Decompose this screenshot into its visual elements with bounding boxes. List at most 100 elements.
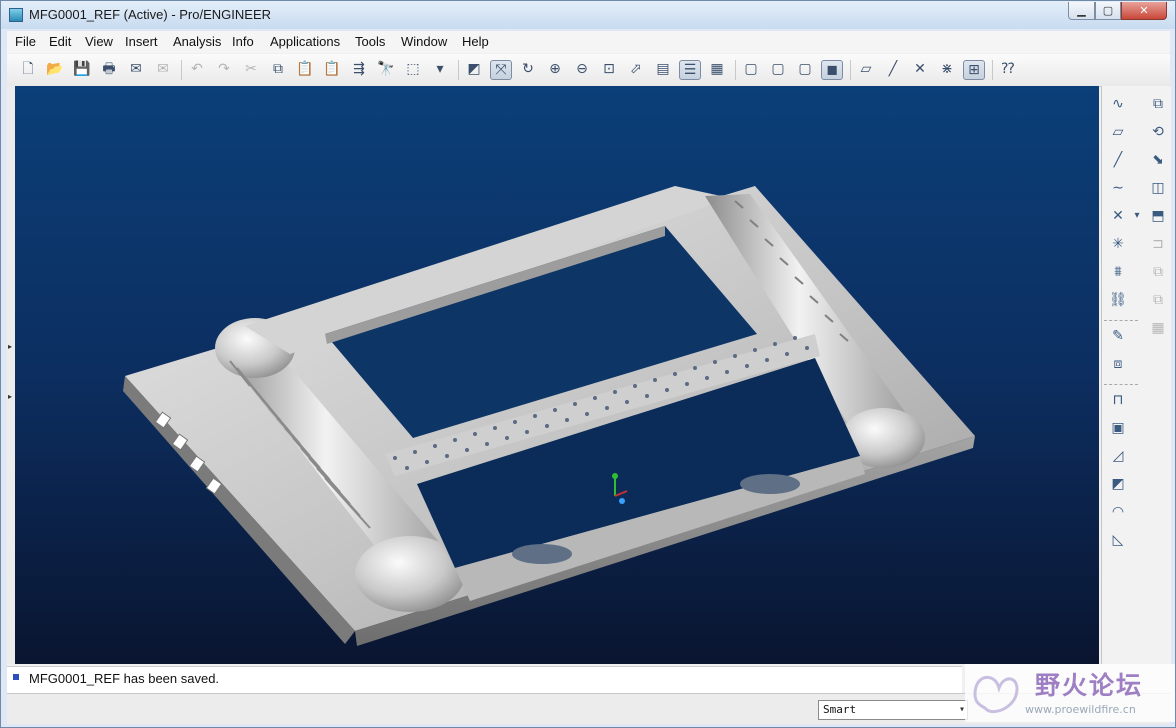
watermark-url: www.proewildfire.cn	[1025, 703, 1136, 716]
expand-navigator-arrow-icon[interactable]: ▸	[8, 392, 12, 401]
view-manager-icon[interactable]: ▦	[706, 60, 728, 80]
orient-mode-icon[interactable]: ↻	[517, 60, 539, 80]
sheet-metal-part[interactable]	[123, 186, 975, 646]
navigator-collapse-handle[interactable]: ▸ ▸	[7, 86, 15, 664]
find-icon[interactable]: 🔭	[375, 60, 397, 80]
zoom-out-icon[interactable]: ⊖	[571, 60, 593, 80]
round-icon[interactable]: ◠	[1107, 502, 1129, 522]
datum-curve-icon[interactable]: ∼	[1107, 178, 1129, 198]
menu-insert[interactable]: Insert	[125, 34, 158, 49]
chain-icon[interactable]: ⛓	[1107, 290, 1129, 310]
new-file-icon[interactable]: 🗋	[17, 60, 39, 80]
datum-axes-icon[interactable]: ╱	[882, 60, 904, 80]
mirror-icon[interactable]: ⊐	[1147, 234, 1169, 254]
copy-feature-icon[interactable]: ⧉	[1147, 262, 1169, 282]
reorient-icon[interactable]: ⬀	[625, 60, 647, 80]
application-window: MFG0001_REF (Active) - Pro/ENGINEER ▁ ▢ …	[0, 0, 1176, 728]
zoom-in-icon[interactable]: ⊕	[544, 60, 566, 80]
left-vent-grille[interactable]	[512, 544, 572, 564]
regenerate-icon[interactable]: ⇶	[348, 60, 370, 80]
menu-info[interactable]: Info	[232, 34, 254, 49]
layers-icon[interactable]: ☰	[679, 60, 701, 80]
menu-view[interactable]: View	[85, 34, 113, 49]
revolve-tool-icon[interactable]: ⟲	[1147, 122, 1169, 142]
toolbar-separator	[992, 60, 993, 80]
send-email-icon[interactable]: ✉	[125, 60, 147, 80]
open-file-icon[interactable]: 📂	[44, 60, 66, 80]
wireframe-icon[interactable]: ▢	[740, 60, 762, 80]
title-bar[interactable]: MFG0001_REF (Active) - Pro/ENGINEER ▁ ▢ …	[1, 1, 1175, 29]
shading-icon[interactable]: ◼	[821, 60, 843, 80]
toolbar-separator	[850, 60, 851, 80]
analysis-feature-icon[interactable]: ⩩	[1107, 262, 1129, 282]
datum-csys-icon[interactable]: ✳	[1107, 234, 1129, 254]
selection-filter-value: Smart	[823, 703, 857, 716]
window-title: MFG0001_REF (Active) - Pro/ENGINEER	[29, 7, 271, 22]
more-datum-tools-arrow-icon[interactable]: ▾	[1132, 206, 1142, 226]
coordinate-systems-icon[interactable]: ⋇	[936, 60, 958, 80]
paste-icon[interactable]: 📋	[294, 60, 316, 80]
extrude-icon[interactable]: ◿	[1107, 446, 1129, 466]
menu-help[interactable]: Help	[462, 34, 489, 49]
repaint-icon[interactable]: ◩	[463, 60, 485, 80]
chamfer-icon[interactable]: ◺	[1107, 530, 1129, 550]
selection-filter-dropdown[interactable]: Smart ▾	[818, 700, 968, 720]
feature-toolbar-separator	[1104, 384, 1138, 386]
datum-points-icon[interactable]: ✕	[909, 60, 931, 80]
datum-plane-icon[interactable]: ▱	[1107, 122, 1129, 142]
minimize-button[interactable]: ▁	[1068, 2, 1095, 20]
feature-toolbar-separator	[1104, 320, 1138, 322]
select-box-icon[interactable]: ⬚	[402, 60, 424, 80]
no-hidden-icon[interactable]: ▢	[794, 60, 816, 80]
toolbar-separator	[181, 60, 182, 80]
expand-navigator-arrow-icon[interactable]: ▸	[8, 342, 12, 351]
saved-views-icon[interactable]: ▤	[652, 60, 674, 80]
menu-edit[interactable]: Edit	[49, 34, 71, 49]
client-area: File Edit View Insert Analysis Info Applicatio…	[7, 31, 1171, 724]
datum-point-icon[interactable]: ✕	[1107, 206, 1129, 226]
offset-icon[interactable]: ⧉	[1147, 290, 1169, 310]
annotation-feature-icon[interactable]: ✎	[1107, 326, 1129, 346]
revolve-icon[interactable]: ◩	[1107, 474, 1129, 494]
print-icon[interactable]: 🖶	[98, 60, 120, 80]
sketch-tool-icon[interactable]: ∿	[1107, 94, 1129, 114]
sweep-tool-icon[interactable]: ⬊	[1147, 150, 1169, 170]
annotation-display-icon[interactable]: ⊞	[963, 60, 985, 80]
datum-planes-icon[interactable]: ▱	[855, 60, 877, 80]
menu-applications[interactable]: Applications	[270, 34, 340, 49]
select-dropdown-icon[interactable]: ▾	[429, 60, 451, 80]
refit-icon[interactable]: ⊡	[598, 60, 620, 80]
paste-special-icon[interactable]: 📋	[321, 60, 343, 80]
copy-icon[interactable]: ⧉	[267, 60, 289, 80]
workpiece-icon[interactable]: ⧈	[1107, 354, 1129, 374]
datum-axis-icon[interactable]: ╱	[1107, 150, 1129, 170]
undo-icon[interactable]: ↶	[186, 60, 208, 80]
menu-tools[interactable]: Tools	[355, 34, 385, 49]
right-vent-grille[interactable]	[740, 474, 800, 494]
message-area: MFG0001_REF has been saved.	[7, 666, 962, 693]
model-view-svg[interactable]	[15, 86, 1099, 664]
blend-tool-icon[interactable]: ◫	[1147, 178, 1169, 198]
save-icon[interactable]: 💾	[71, 60, 93, 80]
spin-center-icon[interactable]: ⤧	[490, 60, 512, 80]
toolbar-separator	[458, 60, 459, 80]
menu-analysis[interactable]: Analysis	[173, 34, 221, 49]
watermark-text: 野火论坛	[1035, 671, 1144, 700]
redo-icon[interactable]: ↷	[213, 60, 235, 80]
extrude-tool-icon[interactable]: ⧉	[1147, 94, 1169, 114]
graphics-viewport[interactable]	[15, 86, 1099, 664]
menu-window[interactable]: Window	[401, 34, 447, 49]
boundary-blend-icon[interactable]: ⬒	[1147, 206, 1169, 226]
send-link-icon[interactable]: ✉	[152, 60, 174, 80]
mill-window-icon[interactable]: ⊓	[1107, 390, 1129, 410]
context-help-icon[interactable]: ⁇	[997, 60, 1019, 80]
pro-engineer-app-icon[interactable]	[9, 8, 23, 22]
close-button[interactable]: ✕	[1121, 2, 1167, 20]
hidden-line-icon[interactable]: ▢	[767, 60, 789, 80]
message-text: MFG0001_REF has been saved.	[29, 671, 220, 686]
menu-file[interactable]: File	[15, 34, 36, 49]
maximize-button[interactable]: ▢	[1095, 2, 1121, 20]
cut-icon[interactable]: ✂	[240, 60, 262, 80]
pattern-icon[interactable]: ▦	[1147, 318, 1169, 338]
mill-surface-icon[interactable]: ▣	[1107, 418, 1129, 438]
